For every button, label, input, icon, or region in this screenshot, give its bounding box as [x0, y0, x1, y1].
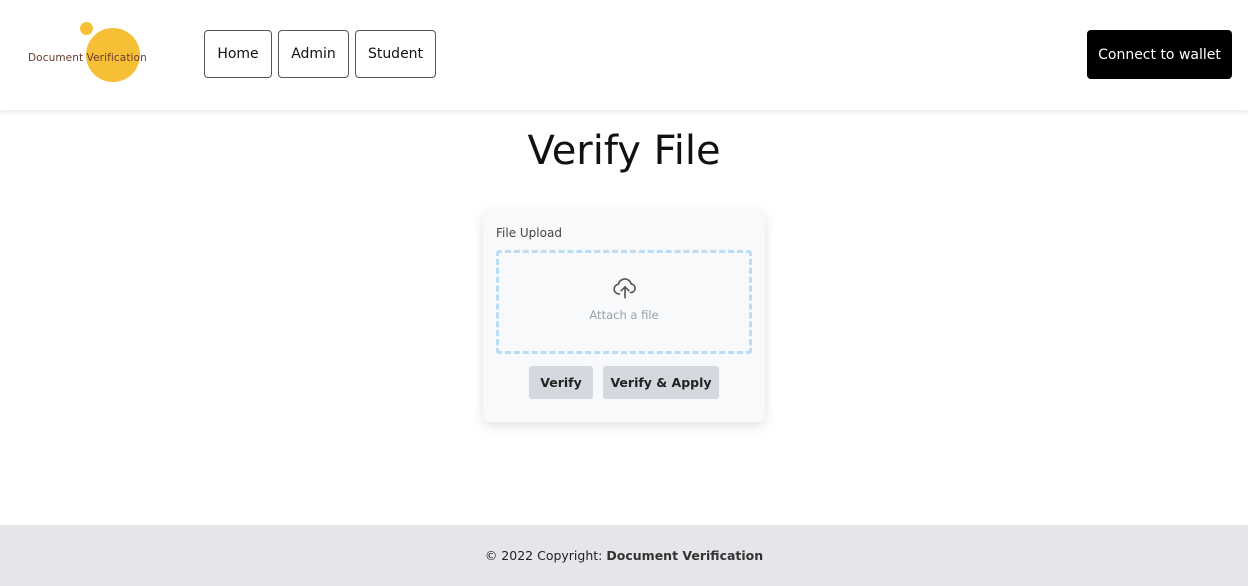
- cloud-upload-icon: [613, 278, 636, 299]
- logo-text: Document Verification: [28, 52, 147, 64]
- logo[interactable]: Document Verification: [26, 18, 176, 88]
- nav-home-button[interactable]: Home: [204, 30, 272, 78]
- header: Document Verification Home Admin Student…: [0, 0, 1248, 110]
- nav-student-button[interactable]: Student: [355, 30, 436, 78]
- upload-card: File Upload Attach a file Verify Verify …: [483, 210, 765, 422]
- file-dropzone[interactable]: Attach a file: [496, 250, 752, 354]
- dropzone-text: Attach a file: [589, 308, 659, 322]
- footer: © 2022 Copyright: Document Verification: [0, 525, 1248, 586]
- verify-apply-button[interactable]: Verify & Apply: [603, 366, 719, 399]
- page-title: Verify File: [527, 128, 721, 174]
- file-upload-label: File Upload: [496, 226, 562, 240]
- connect-wallet-button[interactable]: Connect to wallet: [1087, 30, 1232, 79]
- footer-brand-link[interactable]: Document Verification: [606, 548, 763, 563]
- verify-button[interactable]: Verify: [529, 366, 593, 399]
- nav-admin-button[interactable]: Admin: [278, 30, 349, 78]
- footer-copyright: © 2022 Copyright:: [484, 548, 603, 563]
- logo-dot-small: [80, 22, 93, 35]
